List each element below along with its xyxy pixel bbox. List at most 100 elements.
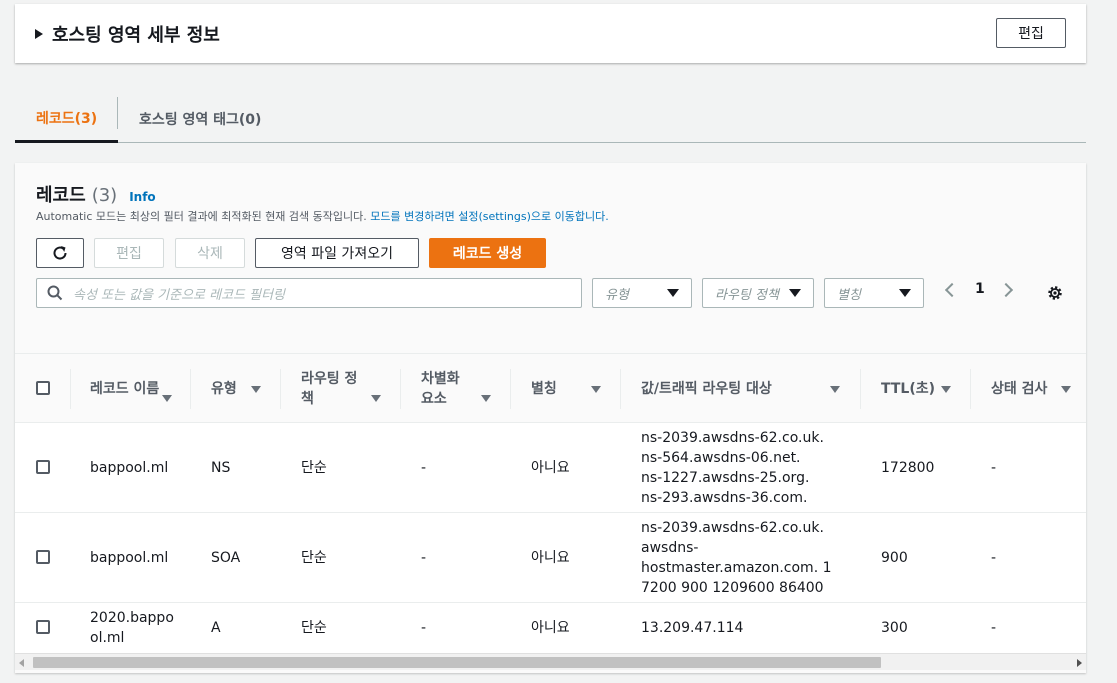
column-health-check[interactable]: 상태 검사: [991, 354, 1086, 424]
alias-filter-label: 별칭: [837, 287, 861, 303]
record-name[interactable]: bappool.ml: [90, 458, 168, 478]
sort-icon: [162, 395, 172, 402]
record-routing: 단순: [301, 460, 327, 476]
column-value[interactable]: 값/트래픽 라우팅 대상: [641, 354, 851, 424]
column-label: 라우팅 정책: [301, 371, 358, 407]
record-ttl: 900: [881, 550, 908, 566]
sort-icon: [941, 386, 951, 393]
table-header: 레코드 이름 유형 라우팅 정책 차별화 요소 별칭 값/트래픽 라우팅 대상 …: [15, 353, 1086, 423]
table-row[interactable]: bappool.ml NS 단순 - 아니요 ns-2039.awsdns-62…: [15, 423, 1086, 513]
delete-record-button[interactable]: 삭제: [175, 238, 245, 268]
routing-filter-select[interactable]: 라우팅 정책: [702, 278, 814, 308]
refresh-icon: [53, 246, 67, 260]
value-line: awsdns-: [641, 540, 699, 556]
column-type[interactable]: 유형: [211, 354, 271, 424]
type-filter-label: 유형: [605, 287, 629, 303]
column-alias[interactable]: 별칭: [531, 354, 621, 424]
search-icon: [47, 285, 63, 301]
prev-page-icon[interactable]: [944, 282, 960, 298]
record-alias: 아니요: [531, 460, 570, 476]
record-name[interactable]: 2020.bappo ol.ml: [90, 608, 174, 648]
sort-icon: [591, 386, 601, 393]
sort-icon: [371, 395, 381, 402]
records-description: Automatic 모드는 최상의 필터 결과에 최적화된 현재 검색 동작입니…: [36, 208, 609, 224]
records-header: 레코드 (3) Info: [36, 181, 156, 207]
import-zone-file-button[interactable]: 영역 파일 가져오기: [255, 238, 419, 268]
edit-hosted-zone-button[interactable]: 편집: [996, 18, 1066, 48]
row-checkbox[interactable]: [36, 460, 50, 474]
search-placeholder: 속성 또는 값을 기준으로 레코드 필터링: [73, 287, 286, 303]
column-label: TTL(초): [881, 381, 936, 397]
value-line: hostmaster.amazon.com. 1: [641, 560, 832, 576]
column-label: 레코드 이름: [90, 381, 160, 397]
tabs: 레코드(3) 호스팅 영역 태그(0): [15, 95, 1086, 143]
column-label: 별칭: [531, 381, 557, 397]
hosted-zone-details-title: 호스팅 영역 세부 정보: [52, 25, 220, 46]
search-input[interactable]: 속성 또는 값을 기준으로 레코드 필터링: [36, 278, 582, 308]
value-line: ns-2039.awsdns-62.co.uk.: [641, 520, 824, 536]
select-all-checkbox[interactable]: [36, 381, 50, 395]
column-label: 유형: [211, 381, 237, 397]
record-ttl: 300: [881, 620, 908, 636]
scroll-left-icon[interactable]: [19, 659, 24, 667]
records-panel: 레코드 (3) Info Automatic 모드는 최상의 필터 결과에 최적…: [15, 163, 1086, 673]
column-ttl[interactable]: TTL(초): [881, 354, 971, 424]
value-line: ns-293.awsdns-36.com.: [641, 490, 808, 506]
column-record-name[interactable]: 레코드 이름: [90, 354, 172, 424]
caret-right-icon: [35, 29, 43, 39]
record-type: NS: [211, 460, 231, 476]
tab-separator: [117, 97, 118, 129]
record-ttl: 172800: [881, 460, 935, 476]
record-type: SOA: [211, 550, 241, 566]
name-line: 2020.bappo: [90, 610, 174, 626]
sort-icon: [830, 386, 840, 393]
next-page-icon[interactable]: [998, 282, 1014, 298]
hosted-zone-details-toggle[interactable]: 호스팅 영역 세부 정보: [35, 21, 220, 47]
tab-hosted-zone-tags[interactable]: 호스팅 영역 태그(0): [139, 95, 261, 142]
refresh-button[interactable]: [36, 238, 84, 268]
chevron-down-icon: [899, 289, 911, 297]
type-filter-select[interactable]: 유형: [592, 278, 692, 308]
create-record-button[interactable]: 레코드 생성: [429, 238, 546, 268]
gear-icon[interactable]: [1046, 284, 1064, 302]
record-type: A: [211, 620, 221, 636]
value-line: ns-564.awsdns-06.net.: [641, 450, 801, 466]
sort-icon: [481, 395, 491, 402]
edit-record-button[interactable]: 편집: [94, 238, 164, 268]
column-routing-policy[interactable]: 라우팅 정책: [301, 354, 391, 424]
record-health: -: [991, 550, 997, 566]
chevron-down-icon: [789, 289, 801, 297]
column-label: 값/트래픽 라우팅 대상: [641, 381, 772, 397]
records-description-text: Automatic 모드는 최상의 필터 결과에 최적화된 현재 검색 동작입니…: [36, 210, 371, 223]
alias-filter-select[interactable]: 별칭: [824, 278, 924, 308]
chevron-down-icon: [667, 289, 679, 297]
record-name[interactable]: bappool.ml: [90, 548, 168, 568]
record-diff: -: [421, 550, 427, 566]
info-link[interactable]: Info: [129, 190, 155, 204]
record-diff: -: [421, 620, 427, 636]
value-line: 7200 900 1209600 86400: [641, 580, 824, 596]
records-count: (3): [91, 185, 118, 206]
table-row[interactable]: bappool.ml SOA 단순 - 아니요 ns-2039.awsdns-6…: [15, 513, 1086, 603]
value-line: ns-1227.awsdns-25.org.: [641, 470, 810, 486]
column-label: 차별화 요소: [421, 371, 460, 407]
scrollbar-thumb[interactable]: [33, 657, 881, 668]
page-number[interactable]: 1: [975, 281, 985, 297]
name-line: ol.ml: [90, 630, 125, 646]
hosted-zone-details-panel: 호스팅 영역 세부 정보 편집: [15, 4, 1086, 63]
tab-records[interactable]: 레코드(3): [15, 95, 119, 143]
record-health: -: [991, 460, 997, 476]
record-value: ns-2039.awsdns-62.co.uk. ns-564.awsdns-0…: [641, 428, 824, 508]
record-routing: 단순: [301, 550, 327, 566]
column-differentiator[interactable]: 차별화 요소: [421, 354, 511, 424]
record-health: -: [991, 620, 997, 636]
record-alias: 아니요: [531, 620, 570, 636]
horizontal-scrollbar[interactable]: [15, 653, 1086, 670]
routing-filter-label: 라우팅 정책: [715, 287, 779, 303]
row-checkbox[interactable]: [36, 620, 50, 634]
settings-link[interactable]: 모드를 변경하려면 설정(settings)으로 이동합니다.: [370, 210, 608, 223]
records-title: 레코드: [36, 185, 86, 206]
sort-icon: [1061, 386, 1071, 393]
scroll-right-icon[interactable]: [1077, 659, 1082, 667]
row-checkbox[interactable]: [36, 550, 50, 564]
